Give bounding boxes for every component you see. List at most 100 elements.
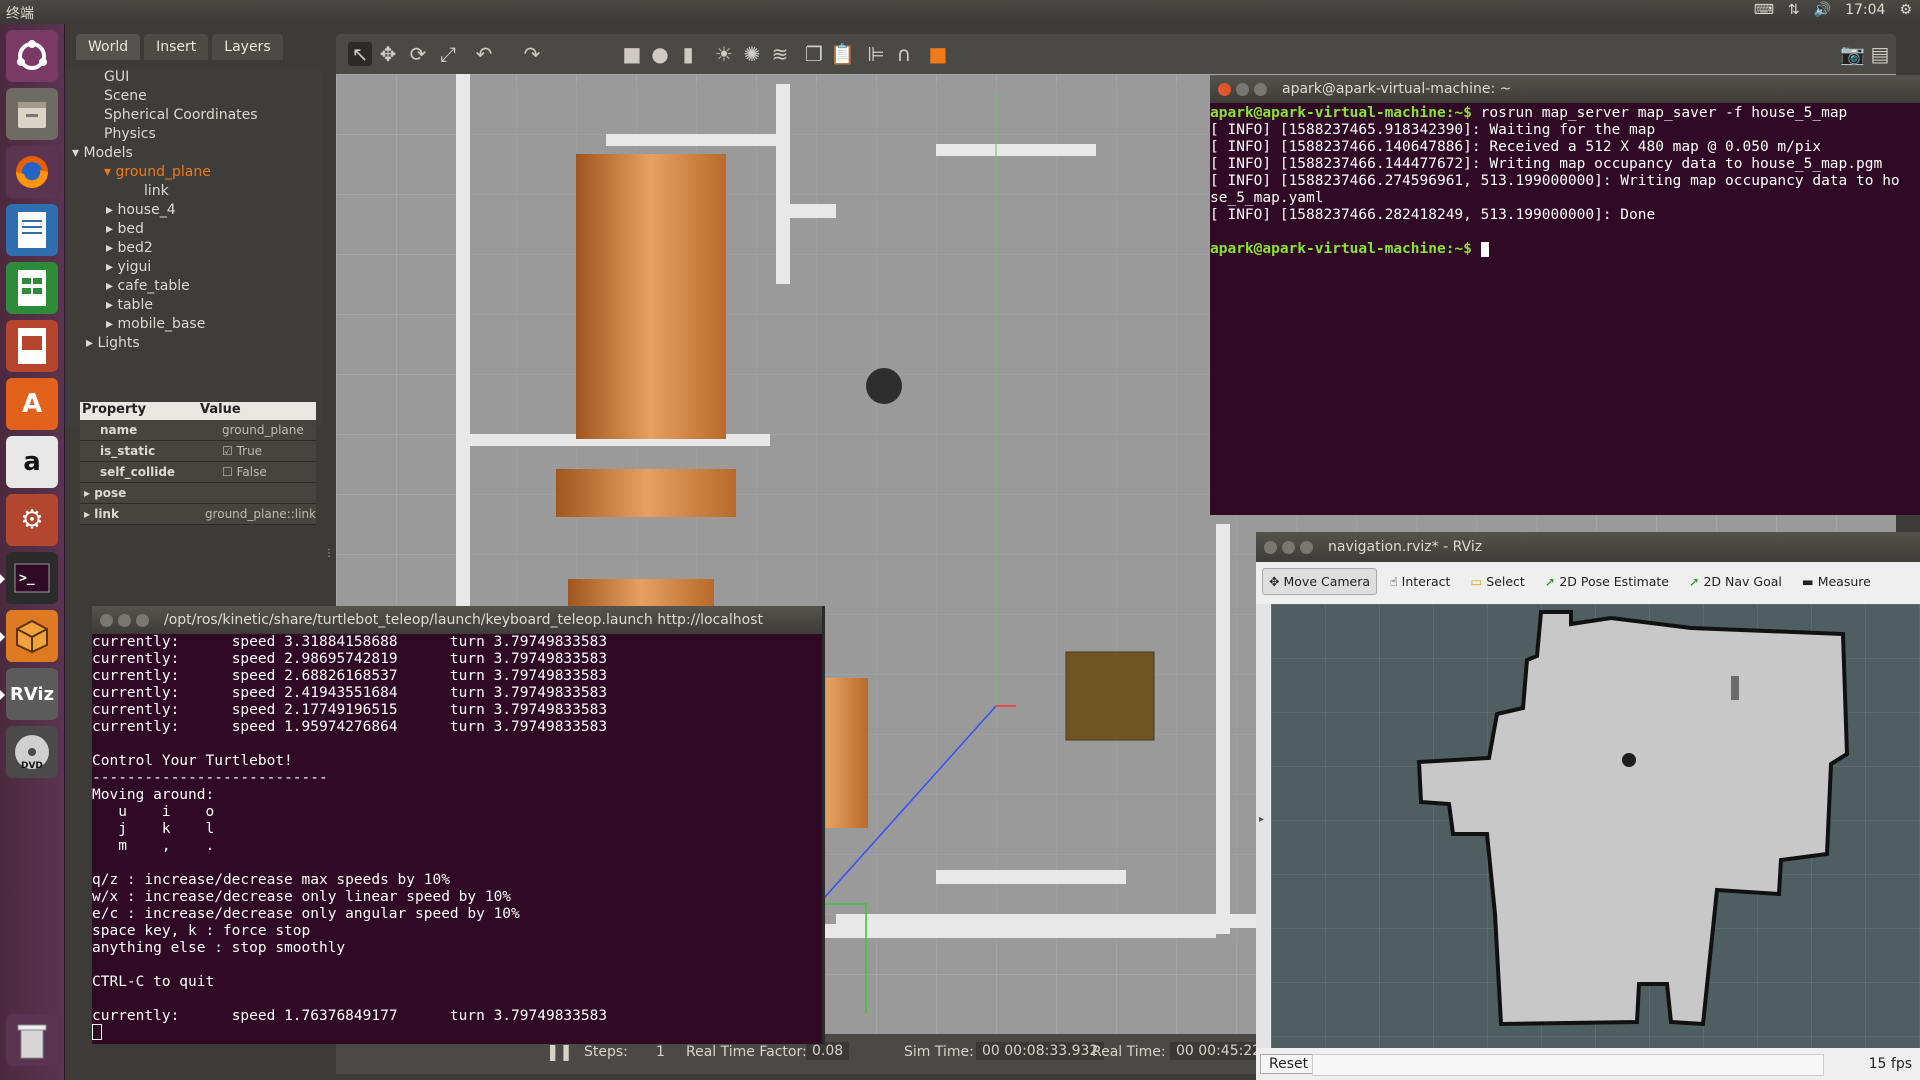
spot-light-icon[interactable]: ✺ [740, 42, 764, 66]
copy-icon[interactable]: ❐ [802, 42, 826, 66]
panel-splitter-handle[interactable]: ⋮ [324, 548, 334, 559]
ubuntu-dash-icon[interactable] [6, 30, 58, 82]
writer-icon[interactable] [6, 204, 58, 256]
tree-item-physics[interactable]: Physics [66, 125, 322, 144]
collapsed-arrow-icon[interactable]: ▸ [86, 335, 97, 351]
property-header: Property Value [80, 402, 316, 420]
rotate-mode-icon[interactable]: ⟳ [406, 42, 430, 66]
tree-item-bed[interactable]: ▸ bed [66, 220, 322, 239]
tree-item-lights[interactable]: ▸ Lights [66, 334, 322, 353]
expanded-arrow-icon[interactable]: ▾ [104, 164, 115, 180]
rviz-icon[interactable]: RViz [0, 668, 58, 720]
tree-item-yigui[interactable]: ▸ yigui [66, 258, 322, 277]
tree-item-mobile-base[interactable]: ▸ mobile_base [66, 315, 322, 334]
prop-row-pose[interactable]: ▸ pose [80, 483, 316, 504]
rviz-side-collapse[interactable]: ▸ [1256, 604, 1270, 1048]
prop-value-checkbox[interactable]: ☐ False [218, 462, 316, 482]
tree-item-gui[interactable]: GUI [66, 68, 322, 87]
pause-icon[interactable]: ❚❚ [546, 1042, 573, 1061]
calc-icon[interactable] [6, 262, 58, 314]
collapsed-arrow-icon[interactable]: ▸ [106, 221, 117, 237]
color-icon[interactable]: ■ [926, 42, 950, 66]
terminal-titlebar[interactable]: apark@apark-virtual-machine: ~ [1210, 75, 1920, 103]
reset-button[interactable]: Reset [1260, 1054, 1318, 1074]
collapsed-arrow-icon[interactable]: ▸ [106, 316, 117, 332]
collapsed-arrow-icon[interactable]: ▸ [106, 240, 117, 256]
keyboard-icon[interactable]: ⌨ [1754, 2, 1774, 18]
impress-icon[interactable] [6, 320, 58, 372]
collapsed-arrow-icon[interactable]: ▸ [106, 297, 117, 313]
firefox-icon[interactable] [6, 146, 58, 198]
volume-icon[interactable]: 🔊 [1814, 2, 1831, 18]
prop-value[interactable]: ground_plane [218, 420, 316, 440]
terminal-teleop[interactable]: currently: speed 3.31884158688 turn 3.79… [92, 634, 822, 1044]
rviz-3d-view[interactable] [1271, 604, 1920, 1048]
scale-mode-icon[interactable]: ⤢ [436, 42, 460, 66]
tree-item-house-4[interactable]: ▸ house_4 [66, 201, 322, 220]
prop-value-checkbox[interactable]: ☑ True [218, 441, 316, 461]
sphere-shape-icon[interactable]: ● [648, 42, 672, 66]
gazebo-icon[interactable] [0, 610, 58, 662]
teleop-titlebar[interactable]: /opt/ros/kinetic/share/turtlebot_teleop/… [92, 606, 822, 634]
tree-item-table[interactable]: ▸ table [66, 296, 322, 315]
minimize-window-icon[interactable] [1236, 83, 1249, 96]
maximize-window-icon[interactable] [1300, 541, 1313, 554]
tool-select[interactable]: ▭ Select [1463, 568, 1531, 595]
tree-item-scene[interactable]: Scene [66, 87, 322, 106]
cylinder-shape-icon[interactable]: ▮ [676, 42, 700, 66]
close-window-icon[interactable] [1218, 83, 1231, 96]
tool-2d-nav-goal[interactable]: ➚ 2D Nav Goal [1682, 568, 1789, 595]
tool-measure[interactable]: ▬ Measure [1795, 568, 1878, 595]
prop-row-link[interactable]: ▸ link ground_plane::link [80, 504, 316, 525]
tool-move-camera[interactable]: ✥ Move Camera [1262, 567, 1378, 595]
tree-item-spherical[interactable]: Spherical Coordinates [66, 106, 322, 125]
redo-icon[interactable]: ↷ [520, 42, 544, 66]
settings-gear-icon[interactable]: ⚙ [1899, 2, 1912, 18]
rviz-titlebar[interactable]: navigation.rviz* - RViz [1256, 532, 1920, 562]
collapsed-arrow-icon[interactable]: ▸ [106, 202, 117, 218]
amazon-icon[interactable]: a [6, 436, 58, 488]
system-settings-icon[interactable]: ⚙ [6, 494, 58, 546]
box-shape-icon[interactable]: ■ [620, 42, 644, 66]
terminal-scrollbar[interactable] [822, 606, 825, 1044]
terminal-icon[interactable]: >_ [0, 552, 58, 604]
tool-2d-pose-estimate[interactable]: ➚ 2D Pose Estimate [1538, 568, 1676, 595]
maximize-window-icon[interactable] [136, 614, 149, 627]
maximize-window-icon[interactable] [1254, 83, 1267, 96]
tree-item-bed2[interactable]: ▸ bed2 [66, 239, 322, 258]
expanded-arrow-icon[interactable]: ▾ [72, 145, 83, 161]
undo-icon[interactable]: ↶ [472, 42, 496, 66]
collapsed-arrow-icon[interactable]: ▸ [106, 259, 117, 275]
collapse-arrow-icon[interactable]: ▸ [1259, 814, 1264, 825]
tree-item-ground-plane[interactable]: ▾ ground_plane [66, 163, 322, 182]
snap-icon[interactable]: ∩ [892, 42, 916, 66]
tree-item-cafe-table[interactable]: ▸ cafe_table [66, 277, 322, 296]
software-center-icon[interactable]: A [6, 378, 58, 430]
tree-item-models[interactable]: ▾ Models [66, 144, 322, 163]
select-mode-icon[interactable]: ↖ [348, 42, 372, 66]
clock[interactable]: 17:04 [1845, 2, 1885, 18]
close-window-icon[interactable] [100, 614, 113, 627]
collapsed-arrow-icon[interactable]: ▸ [106, 278, 117, 294]
log-icon[interactable]: ▤ [1868, 42, 1892, 66]
screenshot-icon[interactable]: 📷 [1840, 42, 1865, 66]
network-icon[interactable]: ⇅ [1788, 2, 1800, 18]
tab-layers[interactable]: Layers [212, 34, 283, 60]
minimize-window-icon[interactable] [1282, 541, 1295, 554]
paste-icon[interactable]: 📋 [830, 42, 855, 66]
steps-value[interactable]: 1 [656, 1044, 665, 1060]
translate-mode-icon[interactable]: ✥ [376, 42, 400, 66]
tab-world[interactable]: World [76, 34, 141, 60]
close-window-icon[interactable] [1264, 541, 1277, 554]
minimize-window-icon[interactable] [118, 614, 131, 627]
trash-icon[interactable] [6, 1014, 58, 1066]
tool-interact[interactable]: ☝ Interact [1383, 568, 1457, 595]
align-icon[interactable]: ⊫ [864, 42, 888, 66]
tab-insert[interactable]: Insert [144, 34, 209, 60]
terminal-map-saver[interactable]: apark@apark-virtual-machine:~$ rosrun ma… [1210, 103, 1920, 515]
files-icon[interactable] [6, 88, 58, 140]
dvd-icon[interactable]: DVD [6, 726, 58, 778]
directional-light-icon[interactable]: ≋ [768, 42, 792, 66]
point-light-icon[interactable]: ☀ [712, 42, 736, 66]
tree-item-link[interactable]: link [66, 182, 322, 201]
